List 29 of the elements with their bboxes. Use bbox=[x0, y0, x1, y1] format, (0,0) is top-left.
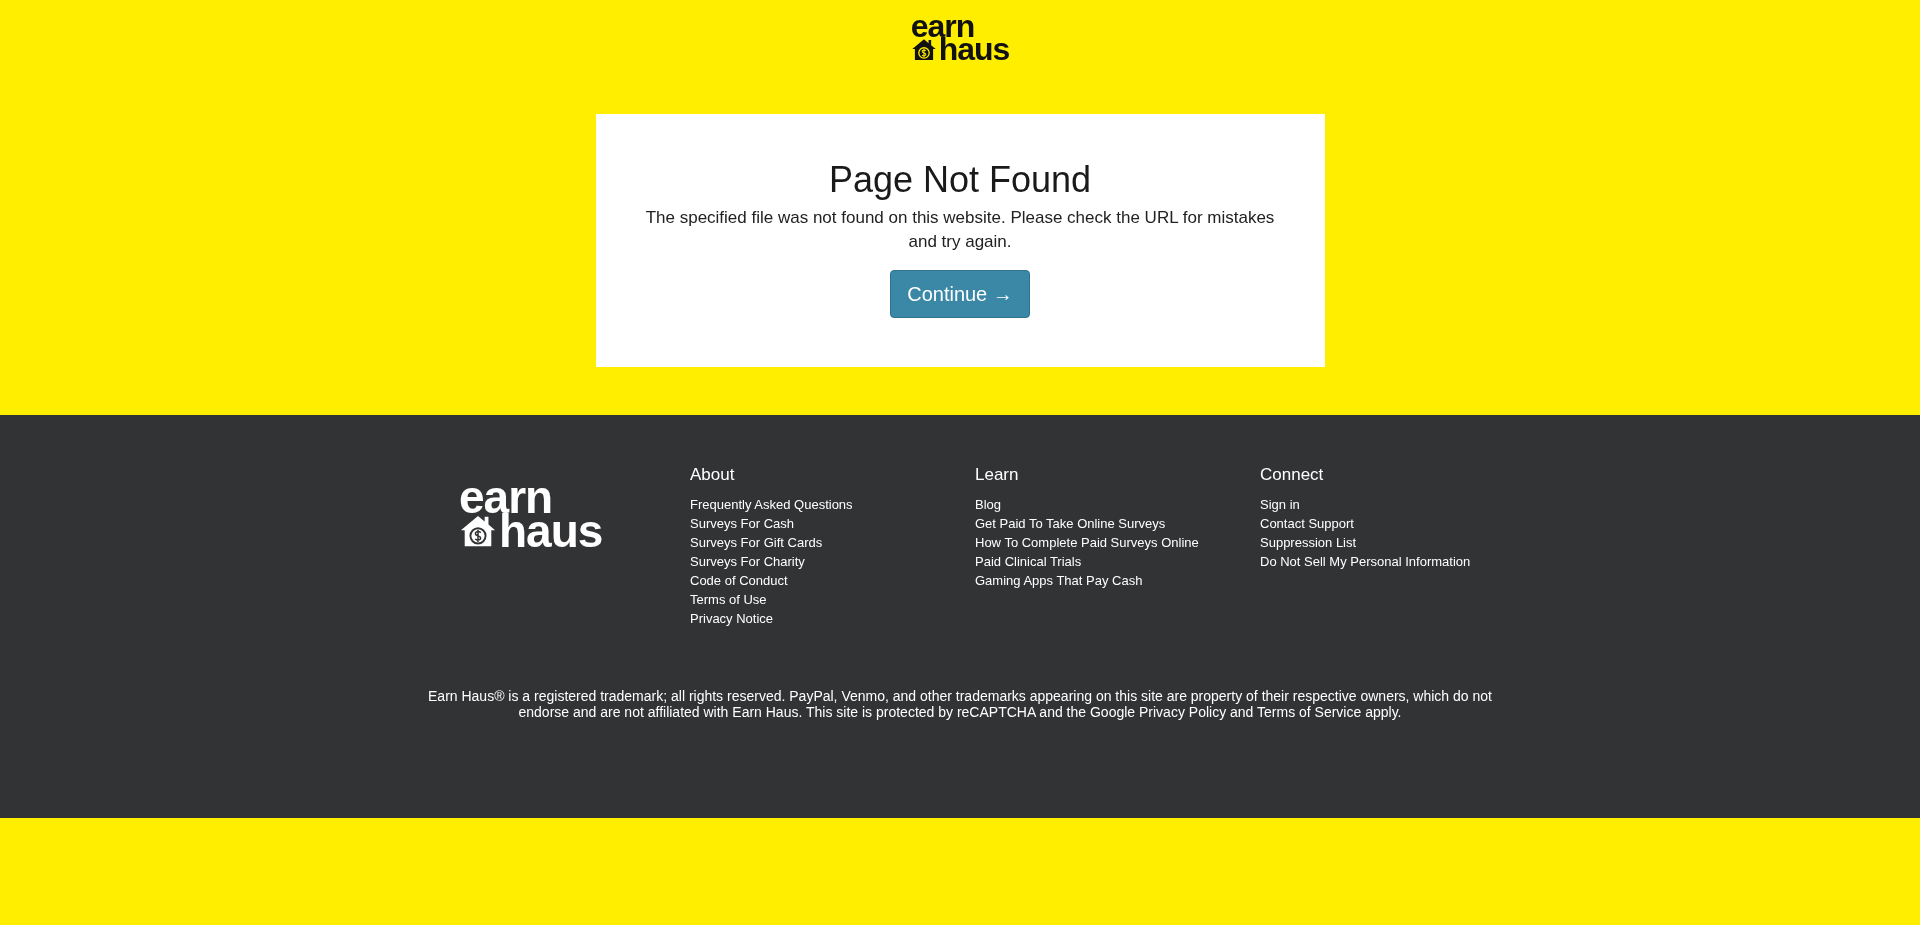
column-heading: About bbox=[690, 465, 735, 485]
house-dollar-icon bbox=[459, 514, 497, 549]
footer-link[interactable]: Surveys For Charity bbox=[690, 552, 805, 571]
column-heading: Learn bbox=[975, 465, 1019, 485]
logo-text: haus bbox=[499, 514, 603, 549]
logo-text: haus bbox=[938, 38, 1010, 62]
footer-link[interactable]: Suppression List bbox=[1260, 533, 1357, 552]
footer-link[interactable]: Contact Support bbox=[1260, 514, 1354, 533]
logo-text: earn bbox=[910, 15, 975, 38]
house-dollar-icon bbox=[910, 38, 937, 62]
footer-link[interactable]: Terms of Use bbox=[690, 590, 767, 609]
footer-link[interactable]: Privacy Notice bbox=[690, 609, 774, 628]
footer-link[interactable]: How To Complete Paid Surveys Online bbox=[975, 533, 1199, 552]
footer-link[interactable]: Blog bbox=[975, 495, 1002, 514]
footer-link[interactable]: Surveys For Gift Cards bbox=[690, 533, 823, 552]
logo-text: earn bbox=[459, 480, 553, 514]
footer-link[interactable]: Gaming Apps That Pay Cash bbox=[975, 571, 1143, 590]
footer-link[interactable]: Do Not Sell My Personal Information bbox=[1260, 552, 1471, 571]
footer-link[interactable]: Surveys For Cash bbox=[690, 514, 795, 533]
footer-link[interactable]: Paid Clinical Trials bbox=[975, 552, 1082, 571]
column-heading: Connect bbox=[1260, 465, 1324, 485]
footer-link[interactable]: Code of Conduct bbox=[690, 571, 788, 590]
error-message: The specified file was not found on this website. Please check the URL for mistakes and try again. bbox=[644, 207, 1276, 253]
page-title: Page Not Found bbox=[828, 158, 1092, 202]
footer-link[interactable]: Get Paid To Take Online Surveys bbox=[975, 514, 1166, 533]
disclaimer-text: Earn Haus® is a registered trademark; all rights reserved. PayPal, Venmo, and other trademarks appearing on this site are property of their respective owners, which do not endorse and are not affiliated with Earn Haus. This site is protected by reCAPTCHA and the Google Privacy Policy and Terms of Service apply. bbox=[427, 688, 1493, 720]
footer-link[interactable]: Frequently Asked Questions bbox=[690, 495, 853, 514]
footer-link[interactable]: Sign in bbox=[1260, 495, 1300, 514]
continue-button[interactable]: Continue → bbox=[890, 270, 1030, 318]
